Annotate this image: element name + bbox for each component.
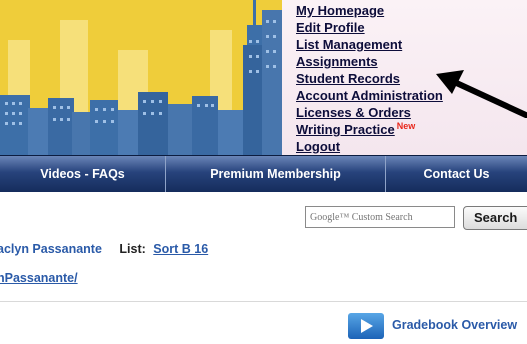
list-link[interactable]: Sort B 16 xyxy=(153,242,208,256)
menu-link-student-records[interactable]: Student Records xyxy=(296,71,400,86)
user-name: aclyn Passanante xyxy=(0,242,102,256)
main-navbar: Videos - FAQs Premium Membership Contact… xyxy=(0,155,527,192)
user-info-line: aclyn Passanante List: Sort B 16 xyxy=(0,242,208,256)
menu-link-logout[interactable]: Logout xyxy=(296,139,340,154)
list-label: List: xyxy=(119,242,146,256)
video-play-icon[interactable] xyxy=(348,313,384,339)
menu-link-licenses-orders[interactable]: Licenses & Orders xyxy=(296,105,411,120)
nav-contact-us[interactable]: Contact Us xyxy=(386,156,527,192)
menu-item-edit-profile[interactable]: Edit Profile xyxy=(296,19,443,36)
user-url-link[interactable]: nPassanante/ xyxy=(0,271,78,285)
gradebook-overview-link[interactable]: Gradebook Overview xyxy=(392,318,517,332)
menu-item-logout[interactable]: Logout xyxy=(296,138,443,155)
new-badge: New xyxy=(396,121,416,131)
search-input[interactable] xyxy=(305,206,455,228)
menu-link-writing-practice[interactable]: Writing Practice xyxy=(296,122,395,137)
menu-link-edit-profile[interactable]: Edit Profile xyxy=(296,20,365,35)
menu-item-writing-practice[interactable]: Writing Practice New xyxy=(296,121,443,138)
menu-link-list-management[interactable]: List Management xyxy=(296,37,402,52)
nav-premium-membership[interactable]: Premium Membership xyxy=(166,156,386,192)
content-divider xyxy=(0,301,527,302)
pointer-arrow-icon xyxy=(436,70,527,118)
menu-link-my-homepage[interactable]: My Homepage xyxy=(296,3,384,18)
menu-item-my-homepage[interactable]: My Homepage xyxy=(296,2,443,19)
menu-link-assignments[interactable]: Assignments xyxy=(296,54,378,69)
search-button[interactable]: Search xyxy=(463,206,527,230)
nav-videos-faqs[interactable]: Videos - FAQs xyxy=(0,156,166,192)
city-skyline-graphic xyxy=(0,0,282,155)
menu-item-list-management[interactable]: List Management xyxy=(296,36,443,53)
header-banner: My Homepage Edit Profile List Management… xyxy=(0,0,527,155)
